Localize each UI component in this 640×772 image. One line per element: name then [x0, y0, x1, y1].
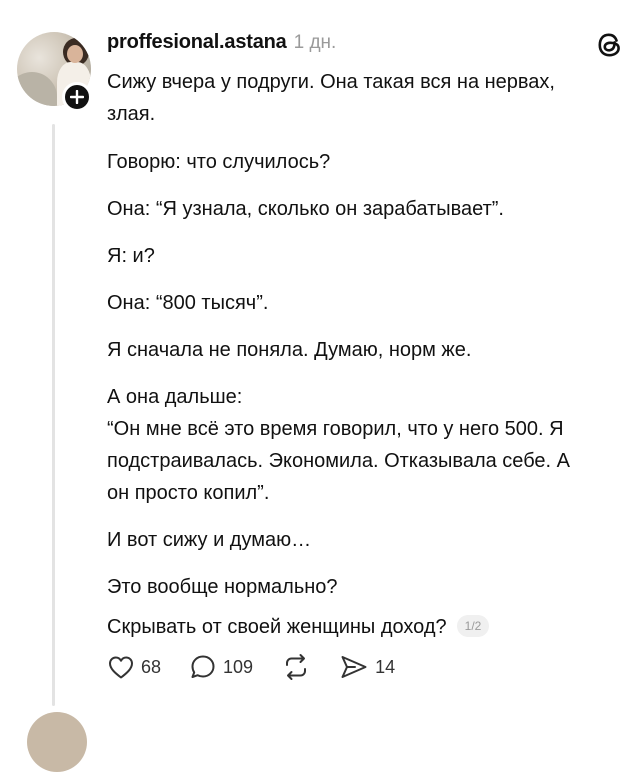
username[interactable]: proffesional.astana: [107, 31, 287, 54]
heart-icon: [109, 656, 133, 679]
thread-line: [52, 124, 55, 706]
post-paragraph: Я сначала не поняла. Думаю, норм же.: [107, 339, 472, 361]
post-paragraph: А она дальше: “Он мне всё это время гово…: [107, 386, 571, 504]
post-last-line: Скрывать от своей женщины доход?: [107, 616, 447, 638]
comment-bubble-icon: [191, 655, 215, 678]
post-paragraph: Говорю: что случилось?: [107, 151, 331, 173]
share-count: 14: [375, 656, 396, 677]
post-paragraph-last: Скрывать от своей женщины доход? 1/2: [107, 611, 632, 643]
post-actions: 68 109 14: [107, 652, 423, 682]
repost-button[interactable]: [281, 653, 311, 681]
follow-button[interactable]: [62, 82, 92, 112]
post-paragraph: Сижу вчера у подруги. Она такая вся на н…: [107, 71, 555, 125]
post-paragraph: Это вообще нормально?: [107, 576, 338, 598]
post-header: proffesional.astana 1 дн.: [107, 31, 336, 57]
post-paragraph: Она: “800 тысяч”.: [107, 292, 269, 314]
share-button[interactable]: 14: [339, 653, 395, 681]
post-paragraph: Она: “Я узнала, сколько он зарабатывает”…: [107, 198, 504, 220]
post-time: 1 дн.: [293, 32, 337, 53]
send-icon: [341, 656, 367, 678]
threads-logo-icon[interactable]: [595, 30, 625, 60]
like-count: 68: [141, 656, 162, 677]
post-paragraph: Я: и?: [107, 245, 155, 267]
comment-button[interactable]: 109: [189, 653, 253, 681]
post-body: Сижу вчера у подруги. Она такая вся на н…: [107, 66, 632, 643]
plus-icon: [70, 90, 84, 104]
repost-icon: [286, 654, 307, 680]
page-indicator: 1/2: [456, 614, 490, 637]
like-button[interactable]: 68: [107, 654, 161, 680]
next-post-avatar[interactable]: [27, 712, 87, 772]
post-paragraph: И вот сижу и думаю…: [107, 529, 312, 551]
comment-count: 109: [223, 656, 254, 677]
